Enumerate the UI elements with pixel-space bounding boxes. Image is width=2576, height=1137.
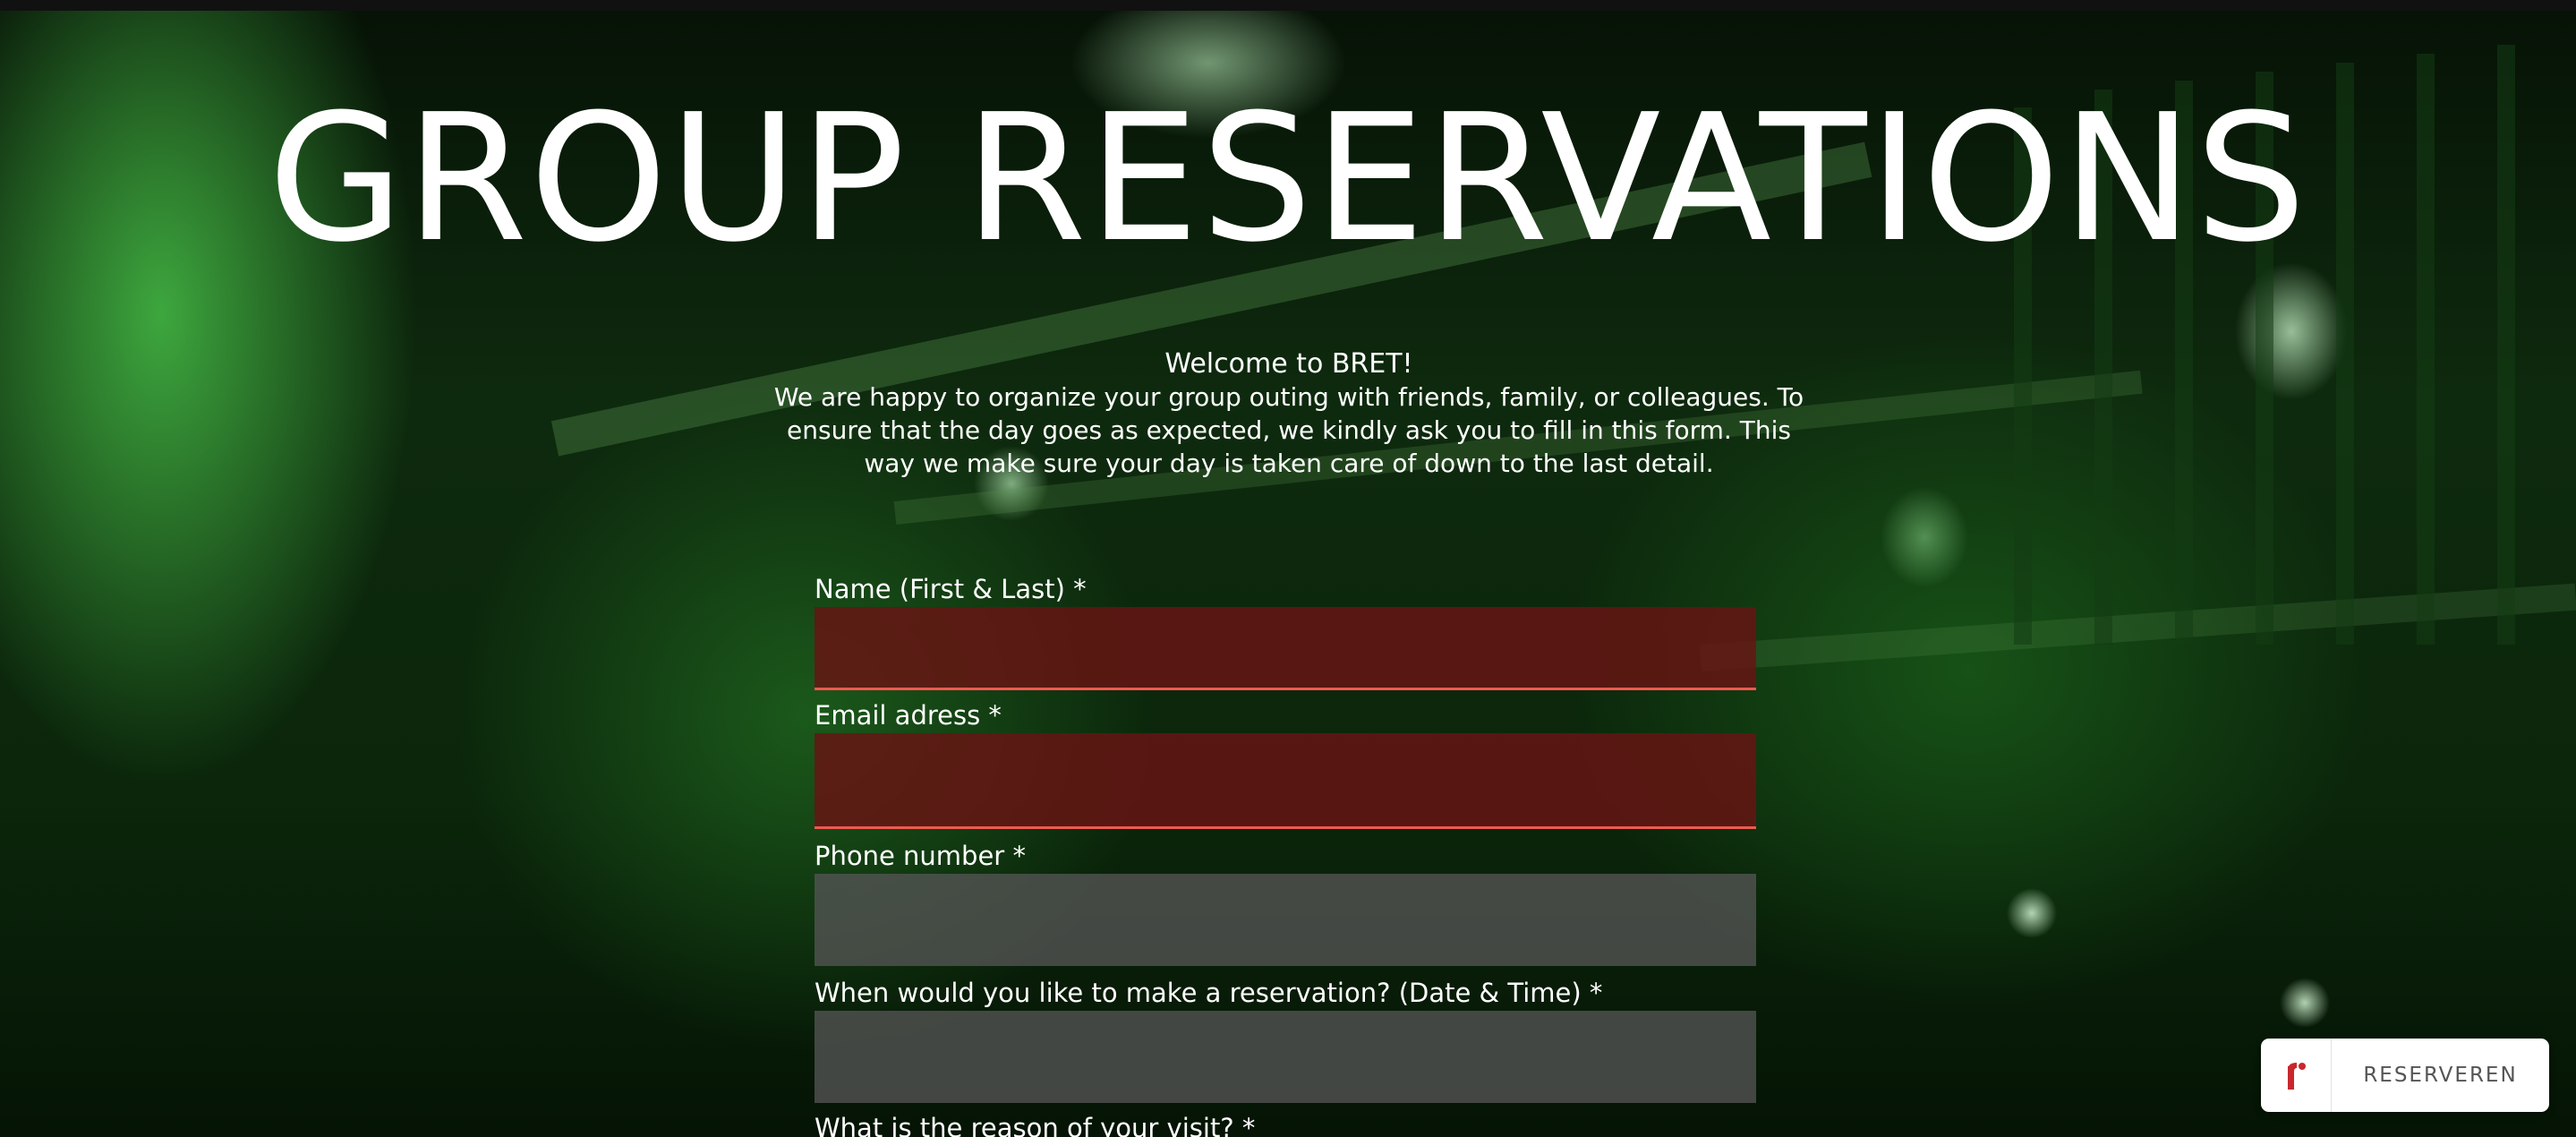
phone-field-label: Phone number * [815, 841, 1026, 871]
phone-input[interactable] [815, 874, 1756, 966]
email-input[interactable] [815, 733, 1756, 829]
reservation-datetime-field: When would you like to make a reservatio… [815, 975, 1756, 1103]
group-reservation-form: Name (First & Last) * Email adress * Pho… [815, 571, 1756, 1137]
reservation-datetime-label: When would you like to make a reservatio… [815, 978, 1603, 1008]
reserveren-button[interactable]: RESERVEREN [2261, 1039, 2549, 1112]
page-title: GROUP RESERVATIONS [268, 77, 2308, 281]
intro-body: We are happy to organize your group outi… [773, 382, 1804, 478]
reservation-datetime-input[interactable] [815, 1011, 1756, 1103]
name-field-label: Name (First & Last) * [815, 574, 1087, 604]
visit-reason-field: What is the reason of your visit? * [815, 1110, 1756, 1137]
welcome-heading: Welcome to BRET! [1164, 348, 1413, 380]
phone-field: Phone number * [815, 838, 1756, 966]
visit-reason-label: What is the reason of your visit? * [815, 1113, 1256, 1137]
top-bar [0, 0, 2576, 11]
background-beam [1699, 583, 2576, 671]
intro-text: Welcome to BRET! We are happy to organiz… [770, 347, 1808, 480]
page: GROUP RESERVATIONS Welcome to BRET! We a… [0, 0, 2576, 1137]
reservation-logo-icon [2261, 1039, 2332, 1112]
email-field-label: Email adress * [815, 700, 1002, 731]
name-input[interactable] [815, 607, 1756, 690]
email-field: Email adress * [815, 697, 1756, 829]
reserveren-label: RESERVEREN [2363, 1064, 2518, 1087]
name-field: Name (First & Last) * [815, 571, 1756, 690]
